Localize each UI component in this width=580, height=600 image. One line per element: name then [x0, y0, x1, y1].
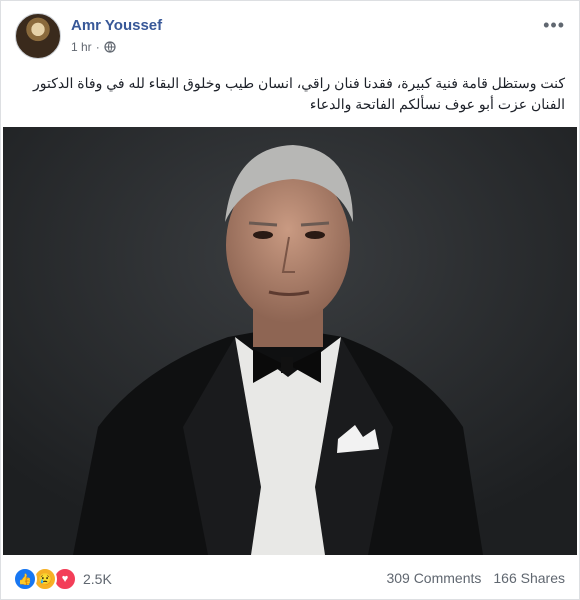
comments-count[interactable]: 309 Comments	[386, 570, 481, 586]
post-meta: 1 hr ·	[71, 40, 116, 54]
author-name[interactable]: Amr Youssef	[71, 17, 162, 34]
reactions-summary[interactable]: 👍 😢 ♥ 2.5K	[13, 567, 112, 591]
portrait-image	[3, 127, 577, 555]
globe-icon	[104, 41, 116, 53]
more-options-icon[interactable]: •••	[543, 15, 565, 36]
author-avatar[interactable]	[15, 13, 61, 59]
post-photo[interactable]	[3, 127, 577, 555]
post-text: كنت وستظل قامة فنية كبيرة، فقدنا فنان را…	[33, 75, 565, 112]
shares-count[interactable]: 166 Shares	[493, 570, 565, 586]
post-footer: 👍 😢 ♥ 2.5K 309 Comments 166 Shares	[1, 557, 579, 599]
like-icon: 👍	[13, 567, 37, 591]
separator-dot: ·	[95, 40, 100, 54]
post-card: Amr Youssef 1 hr · ••• كنت وستظل قامة فن…	[0, 0, 580, 600]
reaction-count[interactable]: 2.5K	[83, 571, 112, 587]
post-time[interactable]: 1 hr	[71, 40, 92, 54]
engagement-counts: 309 Comments 166 Shares	[386, 570, 565, 586]
post-header: Amr Youssef 1 hr · •••	[15, 13, 567, 65]
